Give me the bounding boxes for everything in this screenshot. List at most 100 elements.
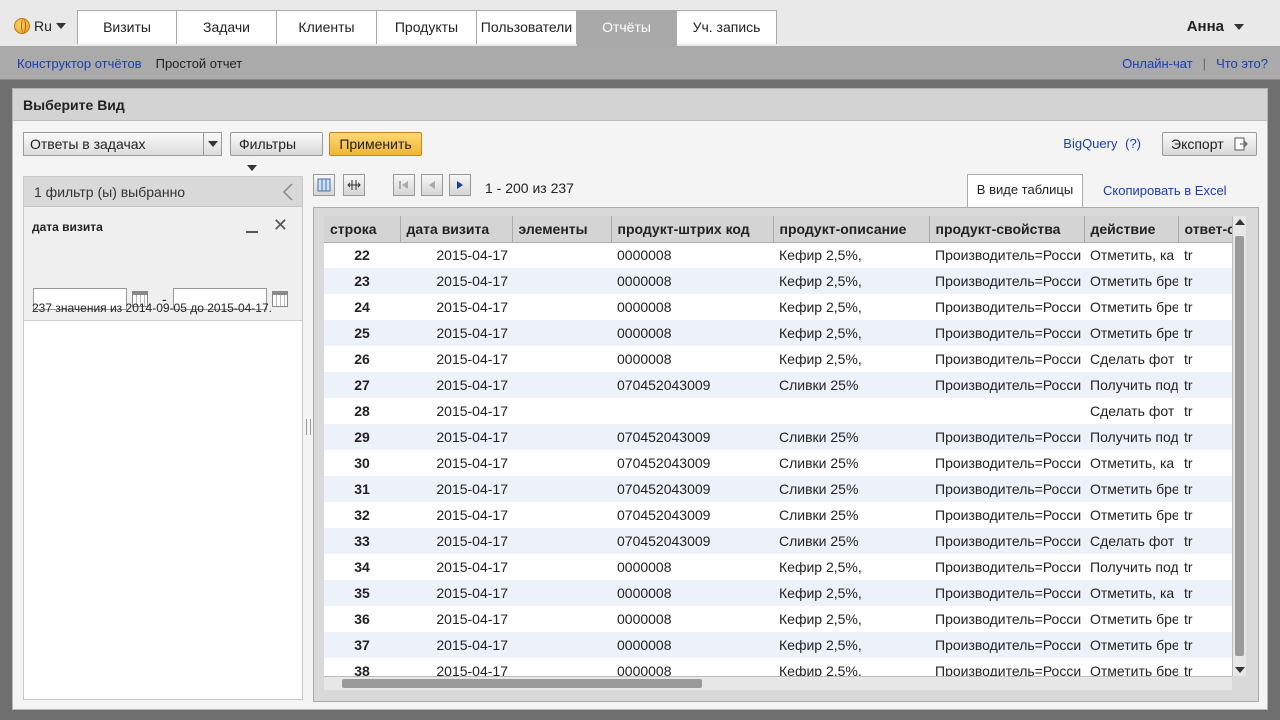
table-row[interactable]: 22 2015-04-17 0000008 Кефир 2,5%, Производит…: [324, 242, 1232, 268]
first-page-icon[interactable]: [393, 174, 415, 196]
online-chat-link[interactable]: Онлайн-чат: [1122, 56, 1193, 71]
minimize-icon[interactable]: [246, 219, 258, 233]
table-row[interactable]: 26 2015-04-17 0000008 Кефир 2,5%, Производит…: [324, 346, 1232, 372]
column-header[interactable]: дата визита: [400, 216, 513, 243]
table-cell: [512, 372, 611, 398]
table-cell: Производитель=Росси: [929, 580, 1084, 606]
calendar-icon[interactable]: [272, 291, 288, 307]
table-row[interactable]: 28 2015-04-17 Сделать фот tr: [324, 398, 1232, 424]
fit-columns-icon[interactable]: [343, 174, 365, 196]
table-cell: Отметить бре: [1084, 268, 1178, 294]
table-cell: 27: [324, 372, 400, 398]
table-cell: Отметить бре: [1084, 476, 1178, 502]
table-cell: [512, 346, 611, 372]
apply-button[interactable]: Применить: [329, 132, 422, 156]
table-cell: Сделать фот: [1084, 528, 1178, 554]
table-cell: 070452043009: [611, 476, 773, 502]
table-cell: 30: [354, 455, 370, 471]
pane-splitter[interactable]: [306, 419, 311, 435]
filters-button[interactable]: Фильтры: [230, 132, 323, 171]
horizontal-scrollbar[interactable]: [324, 676, 1232, 690]
table-row[interactable]: 30 2015-04-17 070452043009 Сливки 25% Произв…: [324, 450, 1232, 476]
filter-count: 1 фильтр (ы) выбранно: [34, 184, 186, 200]
table-row[interactable]: 23 2015-04-17 0000008 Кефир 2,5%, Производит…: [324, 268, 1232, 294]
table-row[interactable]: 27 2015-04-17 070452043009 Сливки 25% Произв…: [324, 372, 1232, 398]
tab-3[interactable]: Продукты: [377, 10, 477, 44]
column-header[interactable]: действие: [1084, 216, 1179, 243]
table-row[interactable]: 33 2015-04-17 070452043009 Сливки 25% Произв…: [324, 528, 1232, 554]
table-cell: 32: [354, 507, 370, 523]
tab-4[interactable]: Пользователи: [477, 10, 577, 44]
table-cell: Производитель=Росси: [935, 559, 1082, 575]
table-cell: tr: [1178, 268, 1232, 294]
column-header[interactable]: продукт-штрих код: [611, 216, 774, 243]
column-header[interactable]: продукт-свойства: [929, 216, 1085, 243]
table-cell: [512, 424, 611, 450]
table-cell: 2015-04-17: [400, 528, 512, 554]
table-cell: Сливки 25%: [773, 424, 929, 450]
table-cell: 2015-04-17: [436, 247, 508, 264]
sub-navigation: Конструктор отчётов Простой отчет Онлайн…: [0, 46, 1280, 80]
column-header[interactable]: продукт-описание: [773, 216, 930, 243]
tab-2[interactable]: Клиенты: [277, 10, 377, 44]
tab-0[interactable]: Визиты: [77, 10, 177, 44]
table-cell: [512, 528, 611, 554]
filters-button-label: Фильтры: [239, 136, 297, 152]
column-header[interactable]: строка: [324, 216, 401, 243]
table-cell: 2015-04-17: [436, 507, 508, 523]
language-selector[interactable]: Ru: [14, 18, 66, 34]
vertical-scrollbar[interactable]: [1232, 216, 1246, 676]
report-builder-link[interactable]: Конструктор отчётов: [17, 56, 142, 71]
what-is-this-link[interactable]: Что это?: [1216, 56, 1268, 71]
filter-title: дата визита: [32, 220, 103, 234]
tab-1[interactable]: Задачи: [177, 10, 277, 44]
user-menu[interactable]: Анна: [1187, 18, 1244, 35]
tab-table-view[interactable]: В виде таблицы: [967, 174, 1083, 207]
table-cell: tr: [1178, 476, 1232, 502]
table-row[interactable]: 32 2015-04-17 070452043009 Сливки 25% Произв…: [324, 502, 1232, 528]
language-label: Ru: [34, 18, 52, 34]
table-cell: Кефир 2,5%,: [773, 320, 929, 346]
tab-6[interactable]: Уч. запись: [677, 10, 777, 44]
table-cell: Отметить, ка: [1090, 455, 1175, 471]
table-row[interactable]: 31 2015-04-17 070452043009 Сливки 25% Произв…: [324, 476, 1232, 502]
table-cell: 070452043009: [611, 424, 773, 450]
simple-report-link[interactable]: Простой отчет: [156, 56, 243, 71]
table-row[interactable]: 35 2015-04-17 0000008 Кефир 2,5%, Производит…: [324, 580, 1232, 606]
export-button[interactable]: Экспорт: [1162, 132, 1257, 156]
copy-to-excel-link[interactable]: Скопировать в Excel: [1103, 183, 1227, 198]
horizontal-scroll-thumb[interactable]: [342, 679, 702, 688]
bigquery-link[interactable]: BigQuery: [1063, 136, 1117, 151]
next-page-icon[interactable]: [449, 174, 471, 196]
table-row[interactable]: 24 2015-04-17 0000008 Кефир 2,5%, Производит…: [324, 294, 1232, 320]
table-row[interactable]: 36 2015-04-17 0000008 Кефир 2,5%, Производит…: [324, 606, 1232, 632]
close-icon[interactable]: ✕: [273, 216, 288, 234]
table-cell: Сливки 25%: [773, 476, 929, 502]
column-view-icon[interactable]: [313, 174, 335, 196]
column-header[interactable]: элементы: [512, 216, 612, 243]
table-cell: Сделать фот: [1090, 351, 1175, 367]
previous-page-icon[interactable]: [421, 174, 443, 196]
table-row[interactable]: 37 2015-04-17 0000008 Кефир 2,5%, Производит…: [324, 632, 1232, 658]
report-panel: Выберите Вид Ответы в задачах Фильтры Пр…: [12, 88, 1268, 710]
table-row[interactable]: 38 2015-04-17 0000008 Кефир 2,5%, Производит…: [324, 658, 1232, 676]
tab-5[interactable]: Отчёты: [577, 10, 677, 46]
table-cell: 0000008: [611, 320, 773, 346]
collapse-left-icon[interactable]: [282, 183, 294, 201]
table-row[interactable]: 25 2015-04-17 0000008 Кефир 2,5%, Производит…: [324, 320, 1232, 346]
view-select[interactable]: Ответы в задачах: [23, 132, 222, 156]
vertical-scroll-thumb[interactable]: [1235, 236, 1244, 656]
column-header[interactable]: ответ-о: [1178, 216, 1232, 243]
table-cell: 2015-04-17: [400, 424, 512, 450]
table-cell: tr: [1178, 580, 1232, 606]
table-cell: Сделать фот: [1090, 403, 1175, 419]
table-cell: 2015-04-17: [436, 403, 508, 419]
table-cell: tr: [1178, 632, 1232, 658]
table-cell: [929, 398, 1084, 424]
table-cell: 2015-04-17: [400, 632, 512, 658]
table-row[interactable]: 34 2015-04-17 0000008 Кефир 2,5%, Производит…: [324, 554, 1232, 580]
bigquery-help-link[interactable]: (?): [1125, 136, 1141, 151]
table-row[interactable]: 29 2015-04-17 070452043009 Сливки 25% Произв…: [324, 424, 1232, 450]
table-cell: Отметить бре: [1084, 632, 1178, 658]
data-grid-viewport: строка дата визита элементы продукт-штрих к…: [324, 216, 1232, 676]
